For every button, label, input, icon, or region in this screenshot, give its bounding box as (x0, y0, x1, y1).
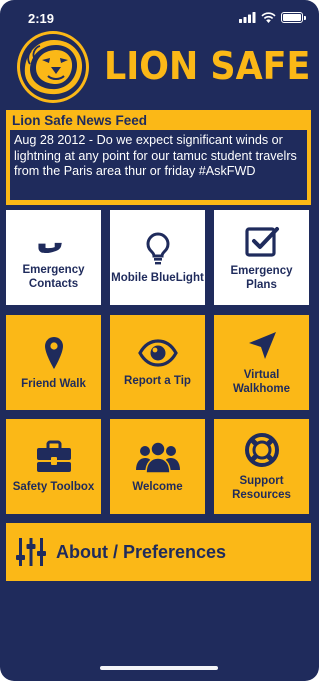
emergency-contacts-button[interactable]: Emergency Contacts (6, 210, 101, 305)
phone-icon (37, 242, 62, 253)
tile-label: Support Resources (232, 474, 291, 501)
signal-icon (239, 12, 256, 23)
status-time: 2:19 (28, 11, 55, 26)
lion-logo-icon (17, 31, 89, 103)
news-feed-body[interactable]: Aug 28 2012 - Do we expect significant w… (10, 130, 307, 200)
news-feed-title: Lion Safe News Feed (12, 113, 148, 128)
app-screen: 2:19 LION SAFE Lion Safe News Feed Aug 2… (0, 0, 319, 681)
sliders-icon (16, 538, 46, 566)
report-a-tip-button[interactable]: Report a Tip (110, 315, 205, 410)
support-resources-button[interactable]: Support Resources (214, 419, 309, 514)
app-title: LION SAFE (104, 44, 311, 88)
people-icon (135, 440, 180, 474)
tile-label: Safety Toolbox (12, 480, 95, 493)
about-preferences-label: About / Preferences (56, 541, 227, 562)
eye-icon (137, 338, 178, 367)
virtual-walkhome-button[interactable]: Virtual Walkhome (214, 315, 309, 410)
home-indicator[interactable] (100, 666, 218, 670)
status-bar: 2:19 (0, 0, 319, 28)
checkbox-icon (244, 226, 279, 257)
tile-label: Emergency Plans (230, 264, 293, 291)
safety-toolbox-button[interactable]: Safety Toolbox (6, 419, 101, 514)
mobile-bluelight-button[interactable]: Mobile BlueLight (110, 210, 205, 305)
tile-label: Welcome (132, 480, 183, 493)
status-icons (239, 12, 306, 23)
about-preferences-button[interactable]: About / Preferences (6, 523, 311, 581)
friend-walk-button[interactable]: Friend Walk (6, 315, 101, 410)
tile-label: Emergency Contacts (22, 263, 85, 290)
tile-label: Friend Walk (21, 377, 86, 390)
app-header: LION SAFE (0, 28, 319, 104)
news-feed[interactable]: Lion Safe News Feed Aug 28 2012 - Do we … (6, 110, 311, 205)
lifebuoy-icon (244, 432, 279, 467)
battery-icon (281, 12, 306, 23)
tile-label: Report a Tip (124, 374, 191, 387)
navigation-arrow-icon (248, 331, 276, 359)
emergency-plans-button[interactable]: Emergency Plans (214, 210, 309, 305)
wifi-icon (261, 12, 276, 23)
map-pin-icon (44, 336, 63, 369)
tile-label: Mobile BlueLight (111, 271, 204, 284)
toolbox-icon (36, 440, 71, 472)
tile-label: Virtual Walkhome (232, 368, 291, 395)
lightbulb-icon (145, 231, 170, 264)
welcome-button[interactable]: Welcome (110, 419, 205, 514)
